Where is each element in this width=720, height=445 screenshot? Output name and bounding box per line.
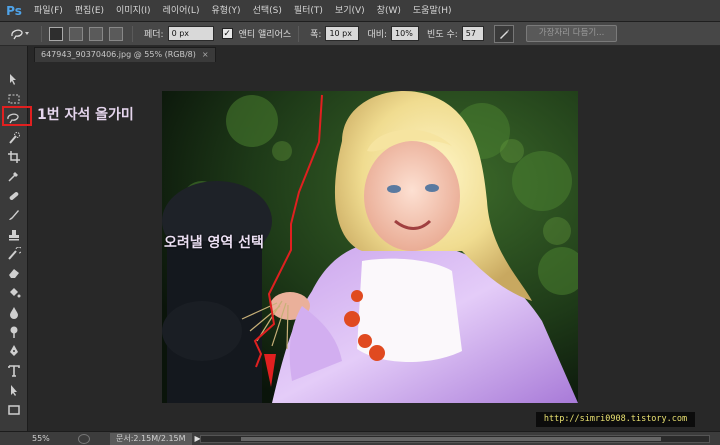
subtract-selection-button[interactable] — [89, 26, 103, 41]
feather-label: 페더: — [144, 30, 164, 40]
active-tool-highlight — [2, 106, 32, 126]
crop-tool-icon[interactable] — [4, 148, 24, 165]
separator — [132, 25, 133, 42]
type-tool-icon[interactable] — [4, 362, 24, 379]
rectangle-tool-icon[interactable] — [4, 401, 24, 418]
clone-stamp-tool-icon[interactable] — [4, 226, 24, 243]
menu-bar: Ps 파일(F) 편집(E) 이미지(I) 레이어(L) 유형(Y) 선택(S)… — [0, 0, 720, 22]
document-info: 문서:2.15M/2.15M — [110, 432, 192, 445]
document-tab[interactable]: 647943_90370406.jpg @ 55% (RGB/8) × — [34, 47, 216, 62]
document-tab-row: 647943_90370406.jpg @ 55% (RGB/8) × — [28, 46, 720, 62]
photoshop-logo: Ps — [6, 3, 22, 18]
add-to-selection-button[interactable] — [69, 26, 83, 41]
tool-annotation: 1번 자석 올가미 — [37, 107, 134, 123]
frequency-input[interactable]: 57 — [461, 26, 484, 41]
options-bar: 페더: 0 px ✓ 앤티 앨리어스 폭: 10 px 대비: 10% 빈도 수… — [0, 22, 720, 46]
menu-help[interactable]: 도움말(H) — [407, 0, 458, 22]
width-input[interactable]: 10 px — [325, 26, 360, 41]
separator — [41, 25, 42, 42]
menu-layer[interactable]: 레이어(L) — [157, 0, 206, 22]
pen-tool-icon[interactable] — [4, 342, 24, 359]
menu-select[interactable]: 선택(S) — [247, 0, 288, 22]
zoom-level[interactable]: 55% — [0, 434, 50, 443]
move-tool-icon[interactable] — [4, 70, 24, 87]
antialias-label: 앤티 앨리어스 — [238, 30, 292, 40]
close-icon[interactable]: × — [202, 48, 209, 62]
paint-bucket-tool-icon[interactable] — [4, 284, 24, 301]
scrollbar-thumb[interactable] — [241, 437, 661, 441]
history-brush-tool-icon[interactable] — [4, 245, 24, 262]
pen-pressure-icon[interactable] — [493, 24, 514, 43]
status-bar: 55% 문서:2.15M/2.15M ▶ — [0, 431, 720, 445]
eyedropper-tool-icon[interactable] — [4, 167, 24, 184]
quick-selection-tool-icon[interactable] — [4, 129, 24, 146]
blur-tool-icon[interactable] — [4, 303, 24, 320]
brush-tool-icon[interactable] — [4, 206, 24, 223]
separator — [298, 25, 300, 42]
frequency-label: 빈도 수: — [427, 30, 458, 40]
watermark: http://simri0908.tistory.com — [536, 412, 695, 427]
marquee-tool-icon[interactable] — [4, 90, 24, 107]
refine-edge-button[interactable]: 가장자리 다듬기... — [525, 25, 618, 42]
menu-image[interactable]: 이미지(I) — [110, 0, 157, 22]
menu-window[interactable]: 창(W) — [371, 0, 407, 22]
feather-input[interactable]: 0 px — [167, 26, 214, 41]
eraser-tool-icon[interactable] — [4, 264, 24, 281]
menu-view[interactable]: 보기(V) — [329, 0, 371, 22]
menu-edit[interactable]: 편집(E) — [69, 0, 110, 22]
new-selection-button[interactable] — [49, 26, 63, 41]
menu-type[interactable]: 유형(Y) — [205, 0, 246, 22]
document-tab-title: 647943_90370406.jpg @ 55% (RGB/8) — [41, 50, 196, 59]
magnetic-lasso-icon[interactable] — [6, 25, 34, 43]
tools-panel — [0, 46, 28, 431]
path-selection-tool-icon[interactable] — [4, 381, 24, 398]
contrast-label: 대비: — [367, 30, 388, 40]
dodge-tool-icon[interactable] — [4, 323, 24, 340]
horizontal-scrollbar[interactable] — [200, 435, 710, 443]
area-annotation: 오려낼 영역 선택 — [164, 235, 264, 251]
intersect-selection-button[interactable] — [109, 26, 123, 41]
menu-filter[interactable]: 필터(T) — [288, 0, 329, 22]
menu-file[interactable]: 파일(F) — [28, 0, 69, 22]
healing-brush-tool-icon[interactable] — [4, 187, 24, 204]
menu-items: 파일(F) 편집(E) 이미지(I) 레이어(L) 유형(Y) 선택(S) 필터… — [28, 0, 458, 22]
status-info-icon[interactable] — [78, 433, 90, 444]
width-label: 폭: — [310, 30, 322, 40]
contrast-input[interactable]: 10% — [391, 26, 420, 41]
antialias-checkbox[interactable]: ✓ — [221, 28, 233, 39]
